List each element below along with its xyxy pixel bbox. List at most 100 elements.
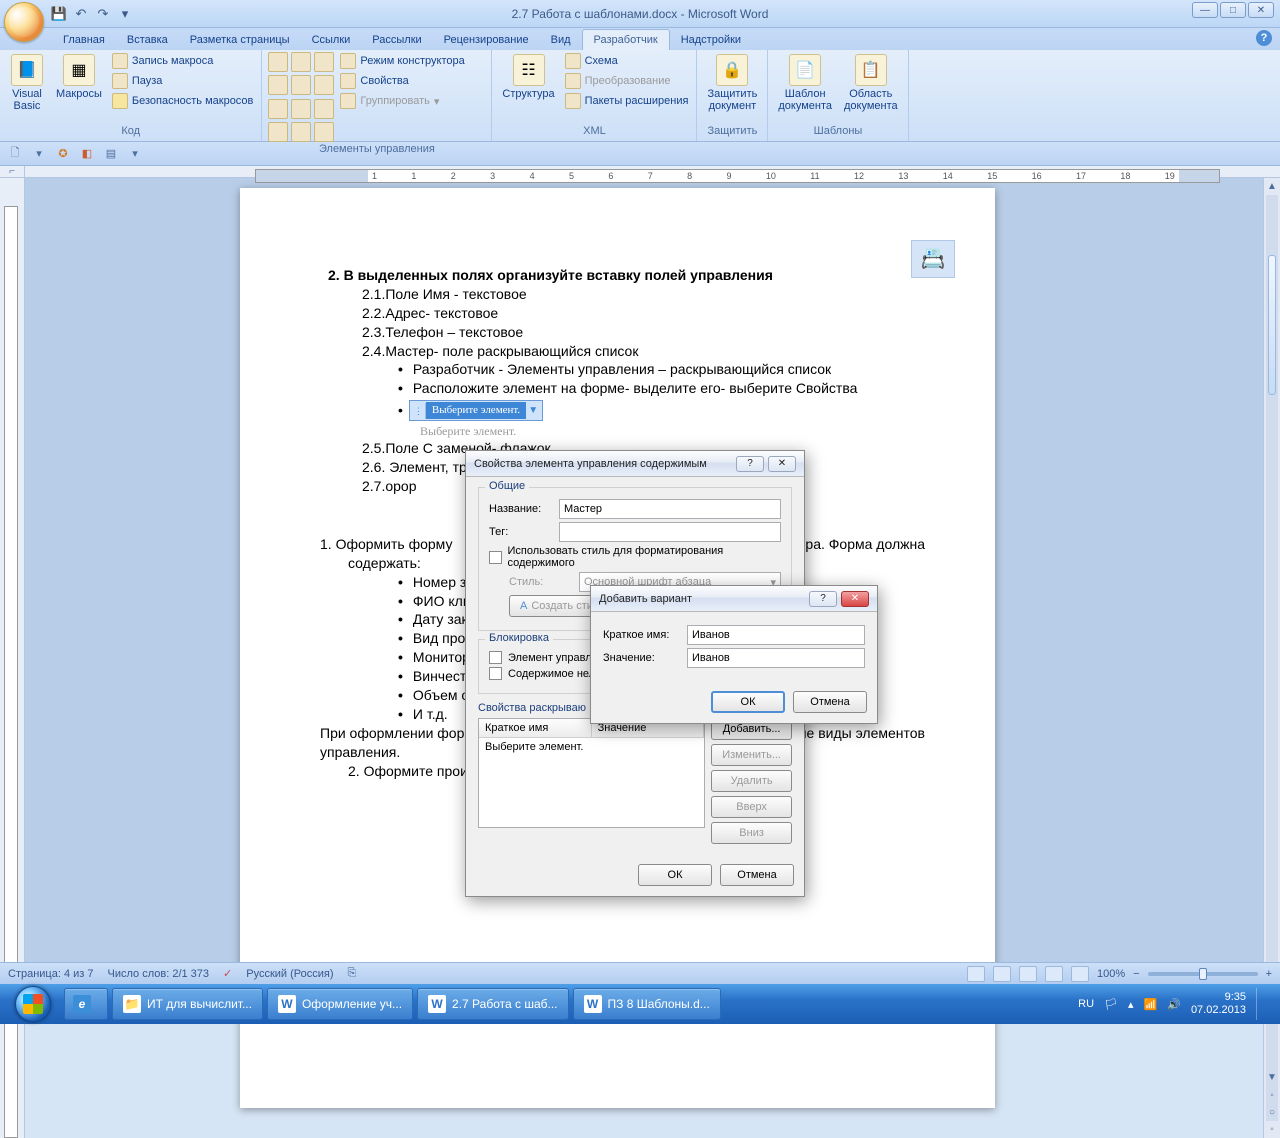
qat-redo[interactable]: ↷	[94, 5, 112, 23]
browse-object-icon[interactable]: ○	[1264, 1104, 1280, 1121]
zoom-in-icon[interactable]: +	[1266, 968, 1272, 980]
schema[interactable]: Схема	[563, 52, 691, 70]
preview-icon[interactable]: ◧	[78, 145, 96, 163]
dialog-titlebar[interactable]: Свойства элемента управления содержимым …	[466, 451, 804, 477]
scroll-up-icon[interactable]: ▲	[1264, 178, 1280, 195]
tray-volume-icon[interactable]: 🔊	[1167, 998, 1181, 1011]
ruler-corner[interactable]: ⌐	[0, 166, 25, 178]
value-input[interactable]	[687, 648, 865, 668]
help-icon[interactable]: ?	[1256, 30, 1272, 46]
visual-basic-button[interactable]: 📘Visual Basic	[6, 52, 48, 114]
tag-input[interactable]	[559, 522, 781, 542]
dialog-help-button[interactable]: ?	[809, 591, 837, 607]
close-button[interactable]: ✕	[1248, 2, 1274, 18]
tray-flag-icon[interactable]: 🏳	[1104, 998, 1118, 1011]
document-template[interactable]: 📄Шаблон документа	[774, 52, 836, 114]
tab-review[interactable]: Рецензирование	[433, 30, 540, 50]
view-full-screen[interactable]	[993, 966, 1011, 982]
shortname-input[interactable]	[687, 625, 865, 645]
dropdown-content-control[interactable]: ⋮ Выберите элемент. ▼	[409, 400, 543, 421]
control-handle-icon[interactable]: ⋮	[412, 403, 426, 419]
macro-security[interactable]: Безопасность макросов	[110, 92, 256, 110]
tab-mailings[interactable]: Рассылки	[361, 30, 432, 50]
tab-view[interactable]: Вид	[540, 30, 582, 50]
qat-save[interactable]: 💾	[50, 5, 68, 23]
tray-lang[interactable]: RU	[1078, 998, 1094, 1010]
prev-page-icon[interactable]: ◦	[1264, 1087, 1280, 1104]
view-outline[interactable]	[1045, 966, 1063, 982]
more-icon[interactable]: ▾	[126, 145, 144, 163]
record-macro[interactable]: Запись макроса	[110, 52, 256, 70]
group-control[interactable]: Группировать▾	[338, 92, 466, 110]
start-button[interactable]	[6, 984, 60, 1024]
lock-delete-checkbox[interactable]	[489, 651, 502, 664]
expansion-packs[interactable]: Пакеты расширения	[563, 92, 691, 110]
next-page-icon[interactable]: ◦	[1264, 1121, 1280, 1138]
chevron-down-icon[interactable]: ▼	[526, 404, 540, 418]
dialog-titlebar[interactable]: Добавить вариант ? ✕	[591, 586, 877, 612]
qat-undo[interactable]: ↶	[72, 5, 90, 23]
transform-icon	[565, 73, 581, 89]
tray-up-icon[interactable]: ▴	[1128, 998, 1134, 1011]
tab-insert[interactable]: Вставка	[116, 30, 179, 50]
taskbar-ie[interactable]: e	[64, 988, 108, 1020]
tab-references[interactable]: Ссылки	[301, 30, 362, 50]
zoom-icon[interactable]: ▤	[102, 145, 120, 163]
scroll-thumb[interactable]	[1268, 255, 1276, 395]
taskbar-item[interactable]: 📁ИТ для вычислит...	[112, 988, 263, 1020]
options-listbox[interactable]: Краткое имяЗначение Выберите элемент.	[478, 718, 705, 828]
style-icon[interactable]: ✪	[54, 145, 72, 163]
cancel-button[interactable]: Отмена	[720, 864, 794, 886]
use-style-checkbox[interactable]	[489, 551, 502, 564]
tab-home[interactable]: Главная	[52, 30, 116, 50]
tab-developer[interactable]: Разработчик	[582, 29, 670, 50]
dialog-help-button[interactable]: ?	[736, 456, 764, 472]
lock-edit-checkbox[interactable]	[489, 667, 502, 680]
zoom-level[interactable]: 100%	[1097, 968, 1125, 980]
name-input[interactable]	[559, 499, 781, 519]
control-gallery-1[interactable]	[268, 52, 334, 95]
taskbar-item[interactable]: WПЗ 8 Шаблоны.d...	[573, 988, 721, 1020]
dialog-close-button[interactable]: ✕	[768, 456, 796, 472]
tray-network-icon[interactable]: 📶	[1144, 998, 1158, 1011]
structure-button[interactable]: ☷Структура	[498, 52, 558, 102]
col-shortname[interactable]: Краткое имя	[479, 719, 592, 737]
tab-layout[interactable]: Разметка страницы	[179, 30, 301, 50]
maximize-button[interactable]: □	[1220, 2, 1246, 18]
horizontal-ruler[interactable]: 112345678910111213141516171819	[25, 166, 1280, 178]
taskbar-item[interactable]: WОформление уч...	[267, 988, 413, 1020]
list-item[interactable]: Выберите элемент.	[479, 738, 704, 756]
ok-button[interactable]: ОК	[711, 691, 785, 713]
view-print-layout[interactable]	[967, 966, 985, 982]
show-desktop[interactable]	[1256, 988, 1266, 1020]
macros-button[interactable]: ▦Макросы	[52, 52, 106, 102]
properties[interactable]: Свойства	[338, 72, 466, 90]
office-button[interactable]	[4, 2, 44, 42]
cancel-button[interactable]: Отмена	[793, 691, 867, 713]
view-draft[interactable]	[1071, 966, 1089, 982]
status-insert-icon[interactable]: ⎘	[348, 967, 357, 980]
tab-addins[interactable]: Надстройки	[670, 30, 752, 50]
control-gallery-2[interactable]	[268, 99, 334, 142]
zoom-out-icon[interactable]: −	[1133, 968, 1139, 980]
status-proofing-icon[interactable]: ✓	[223, 967, 232, 980]
transform[interactable]: Преобразование	[563, 72, 691, 90]
zoom-slider[interactable]	[1148, 972, 1258, 976]
minimize-button[interactable]: —	[1192, 2, 1218, 18]
scroll-down-icon[interactable]: ▼	[1264, 1069, 1280, 1086]
status-words[interactable]: Число слов: 2/1 373	[108, 968, 210, 980]
pause-macro[interactable]: Пауза	[110, 72, 256, 90]
open-icon[interactable]: ▾	[30, 145, 48, 163]
qat-more[interactable]: ▾	[116, 5, 134, 23]
taskbar-item[interactable]: W2.7 Работа с шаб...	[417, 988, 568, 1020]
view-web[interactable]	[1019, 966, 1037, 982]
protect-document[interactable]: 🔒Защитить документ	[703, 52, 761, 114]
design-mode[interactable]: Режим конструктора	[338, 52, 466, 70]
document-panel[interactable]: 📋Область документа	[840, 52, 902, 114]
tray-clock[interactable]: 9:35 07.02.2013	[1191, 991, 1246, 1017]
ok-button[interactable]: ОК	[638, 864, 712, 886]
status-page[interactable]: Страница: 4 из 7	[8, 968, 94, 980]
dialog-close-button[interactable]: ✕	[841, 591, 869, 607]
new-icon[interactable]: 🗋	[6, 145, 24, 163]
status-language[interactable]: Русский (Россия)	[246, 968, 333, 980]
